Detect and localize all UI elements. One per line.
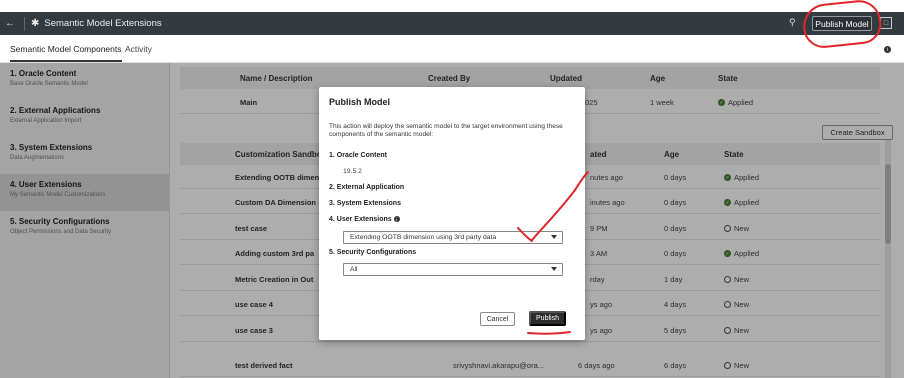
select-value: Extending OOTB dimension using 3rd party… — [350, 234, 497, 241]
top-bar: ← ✱ Semantic Model Extensions ⚲ Publish … — [0, 12, 904, 35]
oracle-content-label: 1. Oracle Content — [329, 152, 387, 159]
security-configurations-label: 5. Security Configurations — [329, 249, 417, 256]
app-title: Semantic Model Extensions — [44, 18, 162, 29]
dialog-title: Publish Model — [329, 97, 391, 107]
back-arrow-icon[interactable]: ← — [2, 18, 18, 29]
user-extensions-label: 4. User Extensions i — [329, 216, 400, 223]
tab-bar: Semantic Model Components Activity — [0, 35, 904, 63]
select-value: All — [350, 266, 358, 273]
dialog-description: This action will deploy the semantic mod… — [329, 123, 563, 138]
info-icon[interactable]: i — [884, 46, 891, 53]
oracle-content-version: 19.5.2 — [343, 168, 362, 175]
external-application-label: 2. External Application — [329, 184, 405, 191]
user-profile-icon[interactable]: □ — [880, 17, 892, 29]
security-configurations-select[interactable]: All — [343, 263, 563, 276]
publish-button[interactable]: Publish — [529, 311, 566, 326]
cancel-button[interactable]: Cancel — [480, 312, 515, 326]
tab-activity[interactable]: Activity — [125, 44, 152, 54]
system-extensions-label: 3. System Extensions — [329, 200, 401, 207]
chevron-down-icon — [551, 267, 557, 271]
divider — [24, 16, 25, 31]
info-icon[interactable]: i — [393, 216, 400, 223]
gear-icon: ✱ — [31, 18, 40, 29]
chevron-down-icon — [551, 235, 557, 239]
tab-semantic-model-components[interactable]: Semantic Model Components — [10, 44, 122, 62]
user-extensions-select[interactable]: Extending OOTB dimension using 3rd party… — [343, 231, 563, 244]
publish-model-dialog: Publish Model This action will deploy th… — [319, 87, 585, 340]
bell-icon[interactable]: ⚲ — [789, 17, 796, 28]
